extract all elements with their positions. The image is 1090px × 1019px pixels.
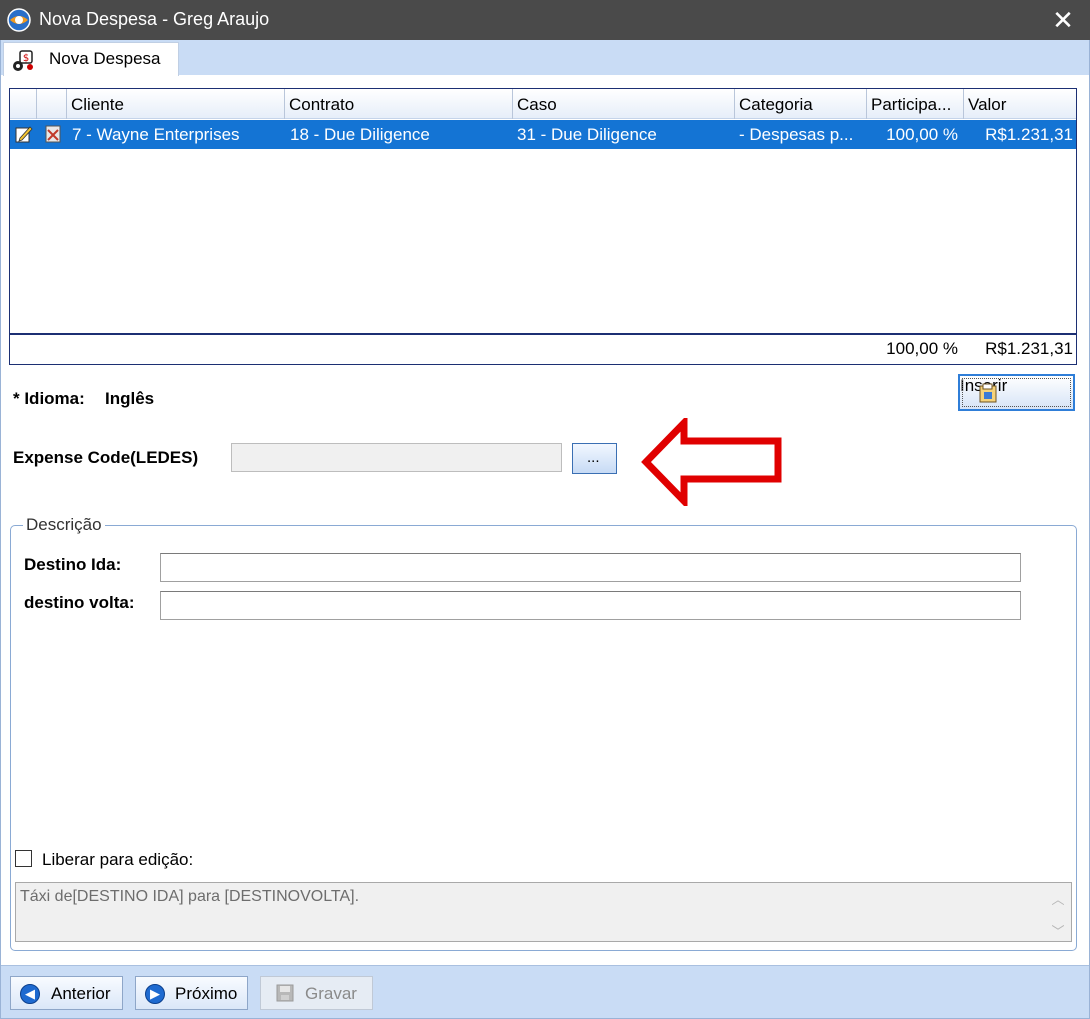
scroll-down-icon[interactable]: ﹀ — [1051, 921, 1065, 939]
expense-icon: $ — [13, 50, 33, 71]
column-header-icon — [36, 89, 66, 119]
expense-code-browse-button[interactable]: ... — [572, 443, 617, 474]
annotation-arrow-icon — [641, 418, 782, 506]
anterior-button[interactable]: ◀ Anterior — [10, 976, 123, 1010]
inserir-button[interactable]: Inserir — [958, 374, 1075, 411]
gravar-label: Gravar — [305, 984, 357, 1003]
column-header-contrato[interactable]: Contrato — [284, 89, 512, 119]
liberar-edicao-label: Liberar para edição: — [42, 850, 194, 869]
svg-text:$: $ — [23, 53, 29, 64]
tab-label: Nova Despesa — [49, 49, 161, 68]
close-window-button[interactable]: ✕ — [1046, 4, 1080, 36]
delete-icon[interactable] — [43, 124, 63, 144]
tab-nova-despesa[interactable]: $ Nova Despesa — [3, 42, 179, 76]
liberar-edicao-checkbox[interactable] — [15, 850, 32, 867]
column-header-categoria[interactable]: Categoria — [734, 89, 866, 119]
bottom-toolbar: ◀ Anterior ▶ Próximo Gravar — [1, 965, 1089, 1018]
column-header-cliente[interactable]: Cliente — [66, 89, 284, 119]
column-header-valor[interactable]: Valor — [963, 89, 1076, 119]
idioma-value: Inglês — [105, 389, 155, 408]
destino-ida-label: Destino Ida: — [24, 555, 122, 574]
descricao-group-title: Descrição — [23, 515, 105, 535]
close-icon: ✕ — [1052, 5, 1074, 35]
description-textarea[interactable]: Táxi de[DESTINO IDA] para [DESTINOVOLTA]… — [15, 882, 1072, 942]
cell-categoria: - Despesas p... — [739, 125, 854, 144]
footer-participacao-total: 100,00 % — [886, 339, 958, 358]
cell-caso: 31 - Due Diligence — [517, 125, 657, 144]
cell-cliente: 7 - Wayne Enterprises — [72, 125, 240, 144]
gravar-button[interactable]: Gravar — [260, 976, 373, 1010]
column-header-participacao[interactable]: Participa... — [866, 89, 963, 119]
cell-participacao: 100,00 % — [886, 125, 958, 144]
cell-valor: R$1.231,31 — [985, 125, 1073, 144]
column-header-caso[interactable]: Caso — [512, 89, 734, 119]
destino-volta-field[interactable] — [160, 591, 1021, 620]
destino-volta-label: destino volta: — [24, 593, 135, 612]
idioma-label: * Idioma: — [13, 389, 85, 408]
table-row[interactable]: 7 - Wayne Enterprises 18 - Due Diligence… — [10, 120, 1076, 149]
save-disk-icon — [276, 984, 294, 1002]
title-bar: Nova Despesa - Greg Araujo ✕ — [0, 0, 1090, 40]
edit-icon[interactable] — [14, 124, 34, 144]
footer-valor-total: R$1.231,31 — [985, 339, 1073, 358]
expense-code-label: Expense Code(LEDES) — [13, 448, 199, 467]
grid-header: Cliente Contrato Caso Categoria Particip… — [10, 89, 1076, 119]
destino-ida-field[interactable] — [160, 553, 1021, 582]
grid-footer: 100,00 % R$1.231,31 — [10, 333, 1076, 364]
window-title: Nova Despesa - Greg Araujo — [39, 9, 270, 29]
insert-icon — [979, 383, 997, 403]
proximo-label: Próximo — [175, 984, 238, 1003]
tab-strip: $ Nova Despesa — [0, 40, 1090, 76]
expense-allocation-grid[interactable]: Cliente Contrato Caso Categoria Particip… — [9, 88, 1077, 365]
cell-contrato: 18 - Due Diligence — [290, 125, 430, 144]
app-globe-icon — [7, 8, 31, 32]
arrow-left-icon: ◀ — [20, 984, 40, 1004]
anterior-label: Anterior — [51, 984, 111, 1003]
description-scrollbar[interactable]: ︿ ﹀ — [1045, 883, 1071, 941]
scroll-up-icon[interactable]: ︿ — [1051, 889, 1065, 907]
description-text: Táxi de[DESTINO IDA] para [DESTINOVOLTA]… — [20, 888, 360, 905]
proximo-button[interactable]: ▶ Próximo — [135, 976, 248, 1010]
arrow-right-icon: ▶ — [145, 984, 165, 1004]
expense-code-field[interactable] — [231, 443, 562, 472]
